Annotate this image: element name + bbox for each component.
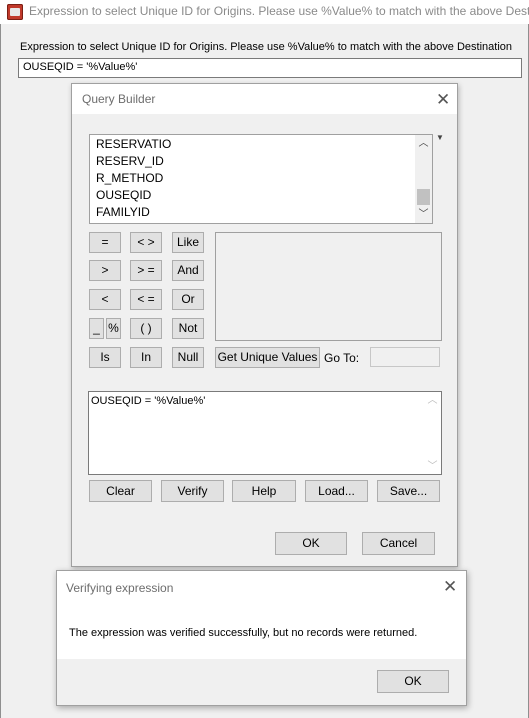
chevron-up-icon[interactable]: ︿ <box>415 135 432 152</box>
chevron-up-icon[interactable]: ︿ <box>424 392 441 409</box>
is-button[interactable]: Is <box>89 347 121 368</box>
or-button[interactable]: Or <box>172 289 204 310</box>
unique-values-list[interactable] <box>215 232 442 341</box>
field-item[interactable]: R_METHOD <box>96 170 163 187</box>
get-unique-values-button[interactable]: Get Unique Values <box>215 347 320 368</box>
verify-button[interactable]: Verify <box>161 480 224 502</box>
expression-label: Expression to select Unique ID for Origi… <box>20 41 512 53</box>
fields-scrollbar[interactable]: ︿ ﹀ <box>415 135 432 223</box>
like-button[interactable]: Like <box>172 232 204 253</box>
load-button[interactable]: Load... <box>305 480 368 502</box>
chevron-down-icon[interactable]: ﹀ <box>424 458 441 475</box>
ok-button[interactable]: OK <box>275 532 347 555</box>
verify-ok-button[interactable]: OK <box>377 670 449 693</box>
query-builder-title: Query Builder <box>82 92 156 106</box>
expression-input[interactable]: OUSEQID = '%Value%' <box>18 58 522 78</box>
goto-label: Go To: <box>324 351 360 365</box>
verify-dialog: Verifying expression ✕ The expression wa… <box>56 570 467 706</box>
greater-than-button[interactable]: > <box>89 260 121 281</box>
main-titlebar: Expression to select Unique ID for Origi… <box>0 0 529 24</box>
not-button[interactable]: Not <box>172 318 204 339</box>
less-equal-button[interactable]: < = <box>130 289 162 310</box>
not-equal-button[interactable]: < > <box>130 232 162 253</box>
parentheses-button[interactable]: ( ) <box>130 318 162 339</box>
save-button[interactable]: Save... <box>377 480 440 502</box>
cancel-button[interactable]: Cancel <box>362 532 435 555</box>
null-button[interactable]: Null <box>172 347 204 368</box>
verify-message: The expression was verified successfully… <box>69 627 418 639</box>
window-title: Expression to select Unique ID for Origi… <box>29 4 529 18</box>
equals-button[interactable]: = <box>89 232 121 253</box>
scroll-thumb[interactable] <box>417 189 430 205</box>
verify-message-area: The expression was verified successfully… <box>57 601 466 659</box>
field-item[interactable]: RESERVATIO <box>96 136 171 153</box>
clear-button[interactable]: Clear <box>89 480 152 502</box>
verify-dialog-title: Verifying expression <box>66 581 174 595</box>
sql-expression-text: OUSEQID = '%Value%' <box>91 395 206 407</box>
fields-list[interactable]: RESERVATIO RESERV_ID R_METHOD OUSEQID FA… <box>89 134 433 224</box>
sql-expression-textarea[interactable]: OUSEQID = '%Value%' ︿ ﹀ <box>88 391 442 475</box>
and-button[interactable]: And <box>172 260 204 281</box>
query-builder-dialog: Query Builder ✕ ▼ RESERVATIO RESERV_ID R… <box>71 83 458 567</box>
help-button[interactable]: Help <box>232 480 296 502</box>
underscore-button[interactable]: _ <box>89 318 104 339</box>
goto-input[interactable] <box>370 347 440 367</box>
less-than-button[interactable]: < <box>89 289 121 310</box>
query-builder-titlebar: Query Builder ✕ <box>72 84 457 114</box>
close-icon[interactable]: ✕ <box>436 91 450 108</box>
field-item[interactable]: OUSEQID <box>96 187 151 204</box>
field-item[interactable]: FAMILYID <box>96 204 150 221</box>
in-button[interactable]: In <box>130 347 162 368</box>
list-options-arrow-icon[interactable]: ▼ <box>436 133 444 142</box>
chevron-down-icon[interactable]: ﹀ <box>415 206 432 223</box>
sql-scrollbar[interactable]: ︿ ﹀ <box>424 392 441 474</box>
percent-button[interactable]: % <box>106 318 121 339</box>
close-icon[interactable]: ✕ <box>443 578 457 595</box>
app-icon <box>7 4 23 20</box>
field-item[interactable]: RESERV_ID <box>96 153 164 170</box>
verify-titlebar: Verifying expression ✕ <box>57 571 466 601</box>
greater-equal-button[interactable]: > = <box>130 260 162 281</box>
